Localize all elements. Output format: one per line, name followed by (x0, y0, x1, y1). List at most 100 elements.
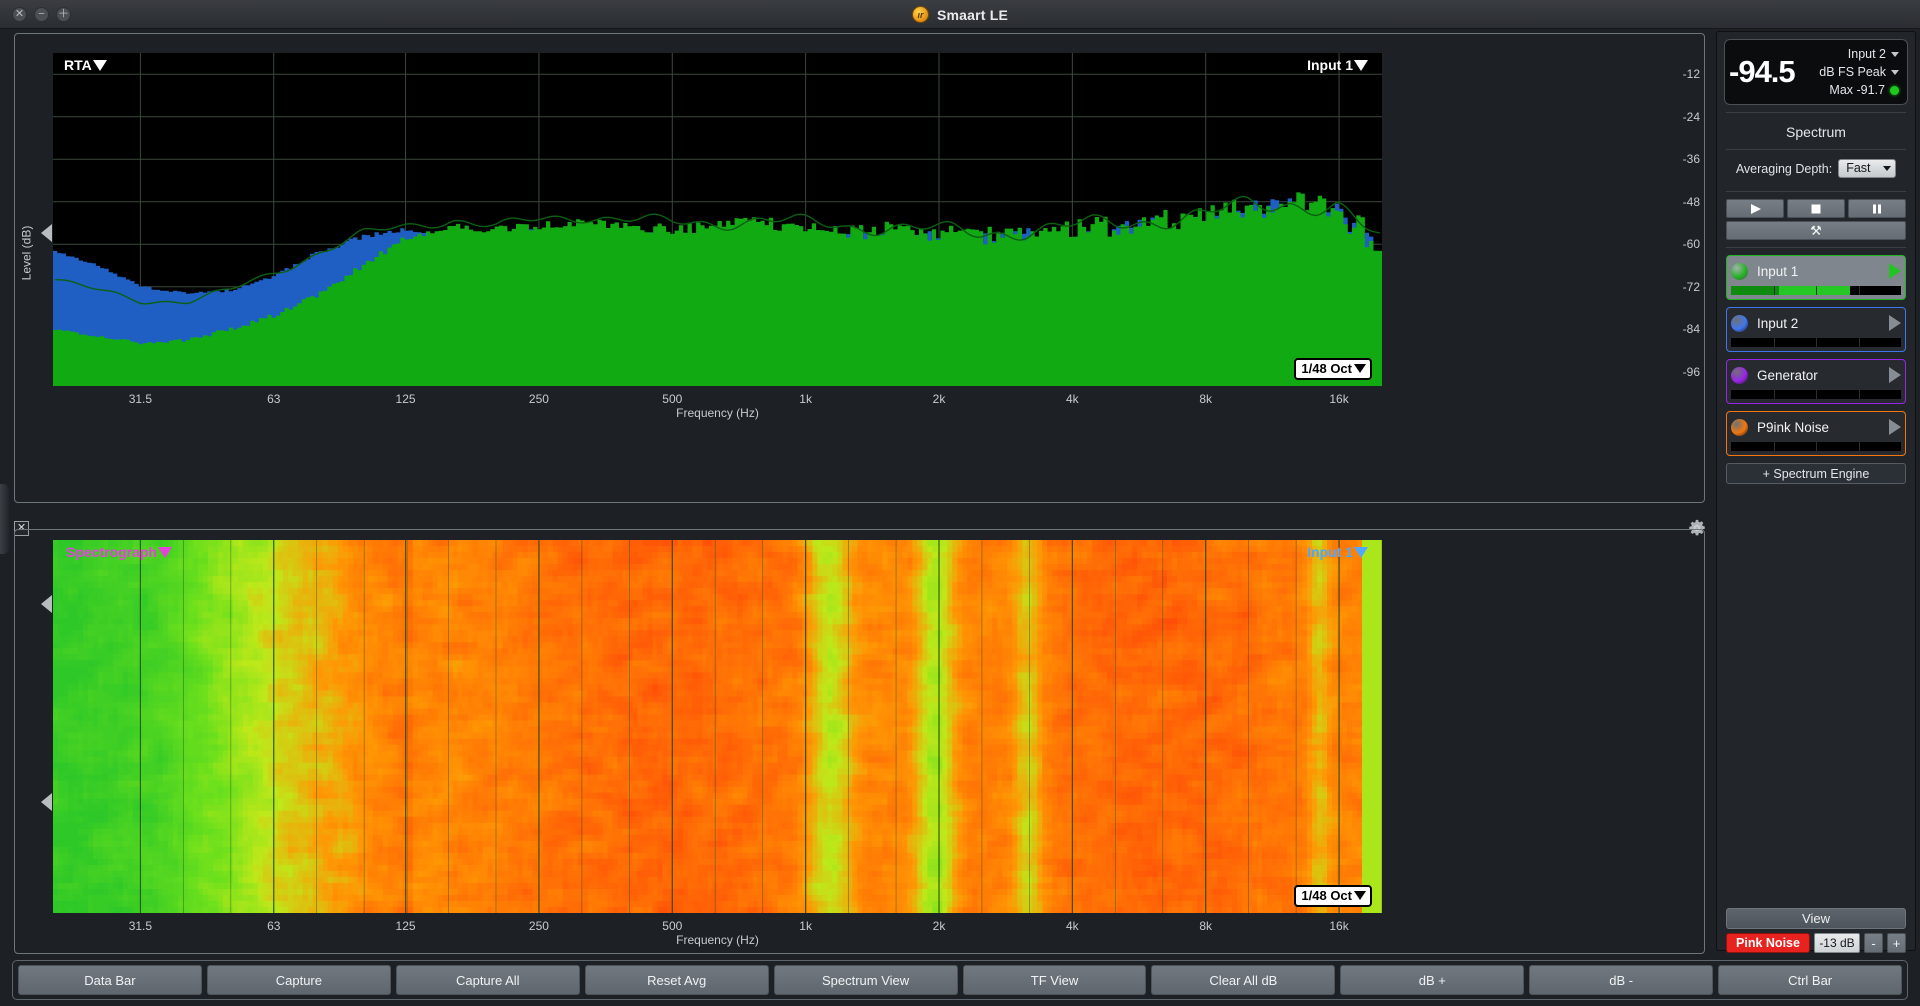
rta-resolution-label: 1/48 Oct (1301, 361, 1352, 376)
spectrograph-x-tick: 2k (932, 919, 946, 933)
spectrograph-x-tick: 250 (528, 919, 549, 933)
engine-header: Input 2 (1731, 311, 1901, 335)
rta-x-tick: 125 (395, 392, 416, 406)
rta-y-tick: -84 (1682, 322, 1700, 337)
engine-play-icon[interactable] (1889, 367, 1901, 383)
rta-corner-label[interactable]: RTA (64, 57, 107, 73)
engine-meter-tick (1773, 390, 1775, 399)
spectrograph-x-tick: 16k (1329, 919, 1349, 933)
rta-y-tick: -96 (1682, 364, 1700, 379)
pink-noise-label: Pink Noise (1736, 936, 1800, 950)
maximize-icon[interactable]: ＋ (56, 6, 71, 22)
rta-x-tick: 500 (662, 392, 683, 406)
pause-icon (1873, 204, 1881, 213)
readout-unit-selector[interactable]: dB FS Peak (1819, 63, 1899, 81)
rta-y-axis-title: Level (dB) (19, 225, 34, 281)
readout-input-label: Input 2 (1847, 47, 1886, 61)
control-panel: -94.5 Input 2 dB FS Peak Max -91.7 Spect… (1716, 31, 1916, 953)
spectrograph-plot-area[interactable]: Spectrograph Input 1 1/48 Oct (53, 540, 1382, 913)
rta-x-tick: 8k (1199, 392, 1213, 406)
engine-meter-tick (1816, 286, 1817, 295)
close-icon[interactable]: ✕ (12, 6, 27, 22)
bottom-button-clear-all-db[interactable]: Clear All dB (1151, 965, 1336, 995)
chevron-down-icon (1891, 69, 1899, 75)
noise-generator-row: Pink Noise -13 dB - + (1726, 933, 1906, 953)
bottom-button-tf-view[interactable]: TF View (962, 965, 1147, 995)
workspace-left-grip[interactable] (0, 484, 9, 554)
engine-list: Input 1 Input 2 Generator P9ink Noise (1717, 255, 1915, 456)
engine-play-icon[interactable] (1889, 315, 1901, 331)
spectrograph-x-tick-labels: 31.5 63 125 250 500 1k 2k 4k 8k 16k (53, 916, 1382, 933)
rta-plot-area[interactable]: RTA Input 1 1/48 Oct (53, 53, 1382, 386)
spectrograph-x-tick: 1k (799, 919, 812, 933)
stop-icon (1811, 204, 1821, 213)
bottom-button-capture[interactable]: Capture (206, 965, 391, 995)
rta-level-handle[interactable] (41, 224, 52, 242)
engine-item-input-2[interactable]: Input 2 (1726, 307, 1906, 352)
engine-name-label: Generator (1757, 367, 1818, 383)
spectrograph-resolution-badge[interactable]: 1/48 Oct (1294, 885, 1372, 907)
level-value: -94.5 (1729, 54, 1796, 89)
maximize-glyph: ＋ (58, 7, 69, 20)
window-controls: ✕ − ＋ (12, 6, 71, 22)
level-readout: -94.5 Input 2 dB FS Peak Max -91.7 (1724, 39, 1908, 105)
engine-play-icon[interactable] (1889, 419, 1901, 435)
engine-item-input-1[interactable]: Input 1 (1726, 255, 1906, 300)
close-glyph: ✕ (14, 7, 25, 20)
spectrograph-lower-handle[interactable] (41, 793, 52, 811)
rta-x-tick-labels: 31.5 63 125 250 500 1k 2k 4k 8k 16k (53, 389, 1382, 406)
spectrograph-source-selector[interactable]: Input 1 (1307, 544, 1368, 560)
bottom-button-data-bar[interactable]: Data Bar (18, 965, 202, 995)
logo-glyph: ır (917, 9, 924, 20)
bottom-button-ctrl-bar[interactable]: Ctrl Bar (1718, 965, 1903, 995)
readout-input-selector[interactable]: Input 2 (1819, 45, 1899, 63)
rta-corner-label-text: RTA (64, 57, 92, 73)
bottom-button-db[interactable]: dB + (1340, 965, 1525, 995)
noise-level-field[interactable]: -13 dB (1814, 933, 1860, 953)
pink-noise-button[interactable]: Pink Noise (1726, 933, 1810, 953)
divider (1726, 112, 1906, 113)
stop-button[interactable] (1787, 199, 1845, 218)
rta-spectrum-graph (53, 53, 1382, 386)
engine-meter-tick (1773, 442, 1775, 451)
chevron-down-icon (1354, 546, 1368, 558)
engine-level-meter (1731, 286, 1901, 295)
engine-level-meter (1731, 338, 1901, 347)
engine-play-icon[interactable] (1889, 263, 1901, 279)
spectrograph-corner-label-text: Spectrograph (66, 544, 158, 560)
averaging-depth-select[interactable]: Fast (1838, 159, 1897, 178)
rta-resolution-badge[interactable]: 1/48 Oct (1294, 358, 1372, 380)
noise-level-increment-button[interactable]: + (1887, 933, 1906, 953)
readout-max-label: Max -91.7 (1829, 83, 1885, 97)
minimize-glyph: − (38, 7, 45, 20)
play-button[interactable] (1726, 199, 1784, 218)
tools-button[interactable]: ⚒ (1726, 221, 1906, 240)
add-spectrum-engine-label: + Spectrum Engine (1762, 466, 1870, 481)
spectrograph-upper-handle[interactable] (41, 595, 52, 613)
spectrum-panel-title: Spectrum (1786, 124, 1846, 140)
bottom-button-strip: Data Bar Capture Capture All Reset Avg Spect… (12, 960, 1908, 1000)
readout-max-row: Max -91.7 (1819, 81, 1899, 99)
bottom-button-reset-avg[interactable]: Reset Avg (584, 965, 769, 995)
minimize-icon[interactable]: − (34, 6, 49, 22)
rta-source-selector[interactable]: Input 1 (1307, 57, 1368, 73)
engine-name-label: Input 1 (1757, 263, 1799, 279)
spectrograph-corner-label[interactable]: Spectrograph (66, 544, 173, 560)
bottom-button-spectrum-view[interactable]: Spectrum View (773, 965, 958, 995)
engine-meter-tick (1816, 390, 1817, 399)
engine-item-generator[interactable]: Generator (1726, 359, 1906, 404)
transport-controls (1726, 199, 1906, 218)
engine-name-label: Input 2 (1757, 315, 1799, 331)
rta-x-tick: 4k (1066, 392, 1079, 406)
engine-item-p9ink-noise[interactable]: P9ink Noise (1726, 411, 1906, 456)
spectrograph-x-tick: 8k (1199, 919, 1213, 933)
rta-y-tick: -24 (1682, 109, 1700, 124)
noise-level-decrement-button[interactable]: - (1864, 933, 1883, 953)
pause-button[interactable] (1848, 199, 1906, 218)
view-button[interactable]: View (1726, 908, 1906, 929)
bottom-button-capture-all[interactable]: Capture All (395, 965, 580, 995)
title-center: ır Smaart LE (0, 0, 1920, 29)
bottom-button-db[interactable]: dB - (1529, 965, 1714, 995)
add-spectrum-engine-button[interactable]: + Spectrum Engine (1726, 463, 1906, 484)
chevron-down-icon (92, 59, 107, 71)
